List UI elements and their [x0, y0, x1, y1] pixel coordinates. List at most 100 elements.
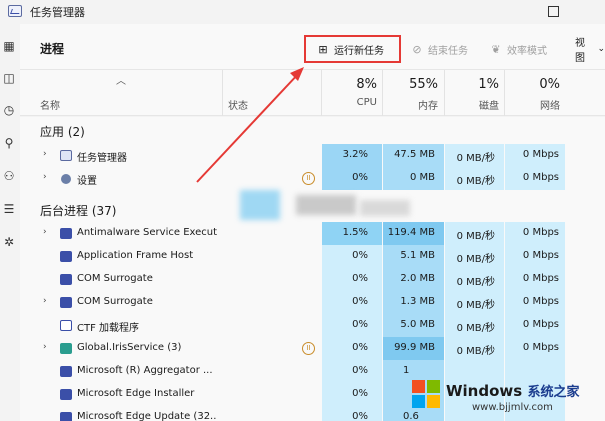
end-task-icon: ⊘ — [412, 42, 422, 56]
window-title: 任务管理器 — [30, 6, 85, 19]
cpu-value: 3.2% — [342, 149, 368, 160]
task-manager-app-icon — [8, 5, 22, 17]
performance-icon[interactable]: ◫ — [1, 70, 17, 86]
nav-rail: ▦ ◫ ◷ ⚲ ⚇ ☰ ✲ — [0, 24, 20, 421]
cpu-value: 0% — [352, 411, 368, 421]
memory-value: 5.0 MB — [400, 319, 435, 330]
memory-value: 119.4 MB — [387, 227, 435, 238]
com-surrogate-icon — [60, 297, 72, 308]
efficiency-mode-button[interactable]: ❦ 效率模式 — [489, 38, 547, 60]
memory-value: 2.0 MB — [400, 273, 435, 284]
process-name: Microsoft Edge Installer — [77, 388, 195, 399]
disk-value: 0 MB/秒 — [456, 300, 495, 311]
table-row[interactable]: › COM Surrogate 0% 1.3 MB 0 MB/秒 0 Mbps — [20, 291, 605, 314]
disk-value: 0 MB/秒 — [456, 277, 495, 288]
network-value: 0 Mbps — [522, 172, 559, 183]
table-row[interactable]: › Global.IrisService (3) II 0% 99.9 MB 0… — [20, 337, 605, 360]
cpu-value: 0% — [352, 342, 368, 353]
memory-value: 1 — [403, 365, 410, 376]
cpu-total[interactable]: 8% — [319, 77, 377, 92]
pause-icon: II — [302, 342, 315, 355]
startup-apps-icon[interactable]: ⚲ — [1, 135, 17, 151]
chevron-right-icon[interactable]: › — [43, 149, 47, 159]
chevron-right-icon[interactable]: › — [43, 296, 47, 306]
group-apps[interactable]: 应用 (2) — [40, 123, 85, 140]
aggregator-icon — [60, 366, 72, 377]
chevron-right-icon[interactable]: › — [43, 342, 47, 352]
disk-total[interactable]: 1% — [441, 77, 499, 92]
disk-value: 0 MB/秒 — [456, 323, 495, 334]
disk-value: 0 MB/秒 — [456, 346, 495, 357]
column-disk[interactable]: 磁盘 — [441, 97, 499, 112]
cpu-value: 0% — [352, 296, 368, 307]
column-name[interactable]: 名称 — [40, 97, 60, 112]
column-network[interactable]: 网络 — [502, 97, 560, 112]
network-total[interactable]: 0% — [502, 77, 560, 92]
cpu-value: 0% — [352, 388, 368, 399]
gear-icon — [61, 174, 71, 184]
memory-value: 0 MB — [409, 172, 435, 183]
network-value: 0 Mbps — [522, 149, 559, 160]
table-row[interactable]: CTF 加载程序 0% 5.0 MB 0 MB/秒 0 Mbps — [20, 314, 605, 337]
task-manager-icon — [60, 150, 72, 161]
windows-logo — [412, 380, 440, 408]
maximize-button[interactable] — [533, 0, 573, 24]
table-row[interactable]: › Antimalware Service Execut... 1.5% 119… — [20, 222, 605, 245]
table-row[interactable]: Application Frame Host 0% 5.1 MB 0 MB/秒 … — [20, 245, 605, 268]
cpu-value: 0% — [352, 250, 368, 261]
blurred-region — [360, 200, 410, 216]
chevron-right-icon[interactable]: › — [43, 227, 47, 237]
network-value: 0 Mbps — [522, 342, 559, 353]
cpu-value: 0% — [352, 172, 368, 183]
column-divider[interactable] — [222, 70, 223, 116]
watermark-brand: Windows 系统之家 — [446, 381, 579, 400]
network-value: 0 Mbps — [522, 227, 559, 238]
cpu-value: 0% — [352, 319, 368, 330]
process-name: CTF 加载程序 — [77, 323, 140, 334]
watermark-url: www.bjjmlv.com — [472, 402, 553, 413]
disk-value: 0 MB/秒 — [456, 231, 495, 242]
column-cpu[interactable]: CPU — [319, 97, 377, 108]
shield-icon — [60, 228, 72, 239]
memory-value: 47.5 MB — [394, 149, 435, 160]
table-row[interactable]: COM Surrogate 0% 2.0 MB 0 MB/秒 0 Mbps — [20, 268, 605, 291]
group-background[interactable]: 后台进程 (37) — [40, 202, 116, 219]
process-name: Application Frame Host — [77, 250, 194, 261]
process-name: COM Surrogate — [77, 296, 153, 307]
memory-value: 5.1 MB — [400, 250, 435, 261]
process-name: COM Surrogate — [77, 273, 153, 284]
view-label: 视图 — [575, 38, 585, 64]
column-memory[interactable]: 内存 — [380, 97, 438, 112]
table-row[interactable]: › 设置 II 0% 0 MB 0 MB/秒 0 Mbps — [20, 167, 605, 190]
table-row[interactable]: › 任务管理器 3.2% 47.5 MB 0 MB/秒 0 Mbps — [20, 144, 605, 167]
network-value: 0 Mbps — [522, 296, 559, 307]
disk-value: 0 MB/秒 — [456, 254, 495, 265]
memory-value: 1.3 MB — [400, 296, 435, 307]
process-name: Microsoft (R) Aggregator ... — [77, 365, 213, 376]
pause-icon: II — [302, 172, 315, 185]
cpu-value: 1.5% — [342, 227, 368, 238]
blurred-region — [296, 195, 356, 215]
highlight-annotation — [304, 35, 401, 63]
toolbar: 进程 ⊞ 运行新任务 ⊘ 结束任务 ❦ 效率模式 视图 ⌄ — [20, 24, 605, 70]
watermark: Windows 系统之家 www.bjjmlv.com — [412, 378, 605, 421]
process-name: 设置 — [77, 176, 97, 187]
sort-caret-icon[interactable]: ︿ — [116, 72, 126, 87]
watermark-brand-cn: 系统之家 — [527, 385, 580, 400]
services-icon[interactable]: ✲ — [1, 234, 17, 250]
view-button[interactable]: 视图 ⌄ — [575, 38, 605, 64]
column-status[interactable]: 状态 — [228, 97, 248, 112]
edge-update-icon — [60, 412, 72, 421]
details-icon[interactable]: ☰ — [1, 201, 17, 217]
process-table: 应用 (2) › 任务管理器 3.2% 47.5 MB 0 MB/秒 0 Mbp… — [20, 117, 605, 421]
network-value: 0 Mbps — [522, 273, 559, 284]
processes-icon[interactable]: ▦ — [1, 38, 17, 54]
end-task-button[interactable]: ⊘ 结束任务 — [410, 38, 468, 60]
users-icon[interactable]: ⚇ — [1, 168, 17, 184]
app-history-icon[interactable]: ◷ — [1, 102, 17, 118]
memory-total[interactable]: 55% — [380, 77, 438, 92]
process-name: 任务管理器 — [77, 153, 127, 164]
chevron-right-icon[interactable]: › — [43, 172, 47, 182]
close-button[interactable] — [573, 0, 605, 24]
process-name: Global.IrisService (3) — [77, 342, 182, 353]
